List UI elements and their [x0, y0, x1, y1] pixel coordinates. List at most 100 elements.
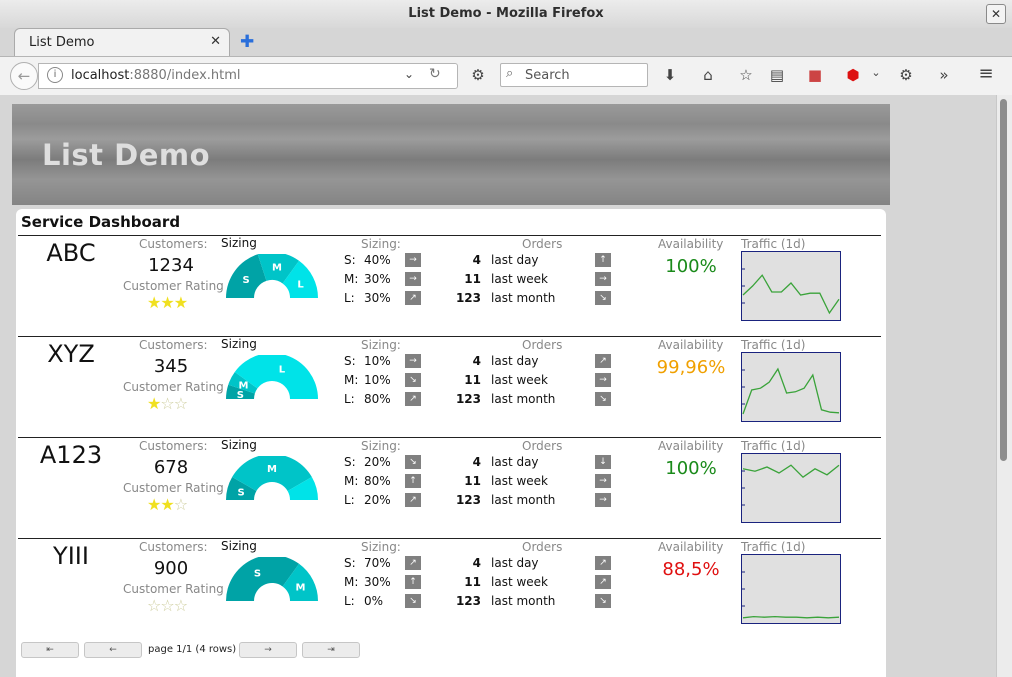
orders-count: 123	[455, 594, 481, 608]
orders-count: 123	[455, 493, 481, 507]
tab-list-demo[interactable]: List Demo ✕	[14, 28, 230, 57]
sizing-label: Sizing:	[361, 439, 401, 453]
orders-period: last day	[491, 253, 539, 267]
service-row: ABC Customers: 1234 Customer Rating ★★★ Sizin…	[16, 236, 886, 336]
sizing-value: 40%	[364, 253, 391, 267]
trend-arrow-icon: →	[595, 493, 611, 507]
gauge-label: S	[243, 275, 250, 286]
chevron-down-icon[interactable]: ⌄	[404, 67, 414, 81]
orders-count: 11	[464, 575, 481, 589]
orders-period: last week	[491, 474, 548, 488]
trend-arrow-icon: ↗	[595, 575, 611, 589]
orders-count: 4	[472, 253, 481, 267]
sizing-key: M:	[344, 474, 359, 488]
orders-count: 123	[455, 392, 481, 406]
extension-icon[interactable]: ■	[805, 66, 825, 84]
orders-period: last day	[491, 354, 539, 368]
sizing-gauge: S M L	[226, 254, 318, 298]
availability-value: 100%	[665, 458, 717, 479]
url-bar[interactable]: i localhost:8880/index.html ⌄ ↻	[38, 63, 458, 89]
prev-page-button[interactable]: ←	[84, 642, 142, 658]
sizing-label: Sizing:	[361, 338, 401, 352]
trend-arrow-icon: →	[405, 354, 421, 368]
sizing-line: M: 10%	[344, 373, 400, 387]
trend-arrow-icon: ↗	[405, 556, 421, 570]
customers-label: Customers:	[139, 540, 208, 554]
search-icon: ⌕	[506, 66, 514, 81]
close-tab-icon[interactable]: ✕	[210, 34, 221, 49]
first-page-button[interactable]: ⇤	[21, 642, 79, 658]
customers-label: Customers:	[139, 338, 208, 352]
sizing-label: Sizing:	[361, 237, 401, 251]
trend-arrow-icon: →	[405, 272, 421, 286]
orders-count: 4	[472, 455, 481, 469]
back-button[interactable]: ←	[10, 62, 38, 90]
sizing-key: S:	[344, 556, 356, 570]
trend-arrow-icon: ↗	[405, 291, 421, 305]
url-path: :8880/index.html	[129, 68, 241, 83]
extension-gear-icon[interactable]: ⚙	[896, 66, 916, 84]
reload-icon[interactable]: ↻	[429, 66, 441, 82]
download-icon[interactable]: ⬇	[660, 66, 680, 84]
tab-label: List Demo	[29, 35, 95, 50]
orders-period: last week	[491, 272, 548, 286]
scrollbar-thumb[interactable]	[1000, 99, 1007, 461]
star-filled-icon: ★	[160, 293, 174, 312]
trend-arrow-icon: ↘	[405, 594, 421, 608]
orders-period: last day	[491, 455, 539, 469]
chevron-down-icon[interactable]: ⌄	[866, 66, 886, 79]
trend-arrow-icon: ↘	[405, 373, 421, 387]
sizing-value: 10%	[364, 373, 391, 387]
orders-period: last day	[491, 556, 539, 570]
gauge-label: M	[267, 464, 277, 475]
gauge-label: L	[279, 365, 286, 376]
bookmark-star-icon[interactable]: ☆	[736, 66, 756, 84]
availability-value: 100%	[665, 256, 717, 277]
orders-label: Orders	[522, 439, 563, 453]
page-indicator: page 1/1 (4 rows)	[148, 644, 237, 655]
sizing-line: S: 20%	[344, 455, 400, 469]
sizing-title: Sizing	[221, 337, 257, 351]
availability-label: Availability	[658, 540, 724, 554]
rating-stars: ★☆☆	[147, 394, 188, 413]
next-page-button[interactable]: →	[239, 642, 297, 658]
overflow-icon[interactable]: »	[934, 66, 954, 84]
customers-count: 345	[153, 356, 189, 377]
star-filled-icon: ★	[160, 495, 174, 514]
star-filled-icon: ★	[173, 293, 188, 312]
sizing-title: Sizing	[221, 539, 257, 553]
trend-arrow-icon: ↑	[405, 474, 421, 488]
adblock-icon[interactable]: ⬢	[843, 66, 863, 84]
banner-title: List Demo	[42, 138, 211, 172]
trend-arrow-icon: ↘	[595, 291, 611, 305]
sizing-title: Sizing	[221, 236, 257, 250]
sizing-key: L:	[344, 392, 355, 406]
orders-period: last week	[491, 575, 548, 589]
sizing-value: 20%	[364, 493, 391, 507]
menu-icon[interactable]: ≡	[976, 63, 996, 84]
traffic-line	[742, 464, 840, 479]
trend-arrow-icon: ↗	[595, 556, 611, 570]
url-text[interactable]: localhost:8880/index.html	[71, 68, 241, 83]
gauge-label: M	[239, 380, 249, 391]
new-tab-button[interactable]: ✚	[240, 32, 254, 52]
gauge-label: S	[237, 488, 244, 499]
search-box[interactable]: ⌕ Search	[500, 63, 648, 87]
last-page-button[interactable]: ⇥	[302, 642, 360, 658]
gauge-label: S	[254, 568, 261, 579]
sizing-line: L: 80%	[344, 392, 400, 406]
trend-arrow-icon: ↗	[595, 354, 611, 368]
sizing-gauge: SM	[226, 557, 318, 601]
home-icon[interactable]: ⌂	[698, 66, 718, 84]
traffic-label: Traffic (1d)	[741, 338, 806, 352]
search-engine-icon[interactable]: ⚙	[468, 66, 488, 84]
window-close-button[interactable]: ✕	[986, 4, 1006, 24]
customers-count: 1234	[148, 255, 194, 276]
info-icon[interactable]: i	[47, 67, 63, 83]
sizing-key: S:	[344, 455, 356, 469]
availability-value: 99,96%	[656, 357, 726, 378]
vertical-scrollbar[interactable]	[996, 95, 1012, 677]
sizing-title: Sizing	[221, 438, 257, 452]
trend-arrow-icon: ↘	[595, 392, 611, 406]
reading-list-icon[interactable]: ▤	[767, 66, 787, 84]
